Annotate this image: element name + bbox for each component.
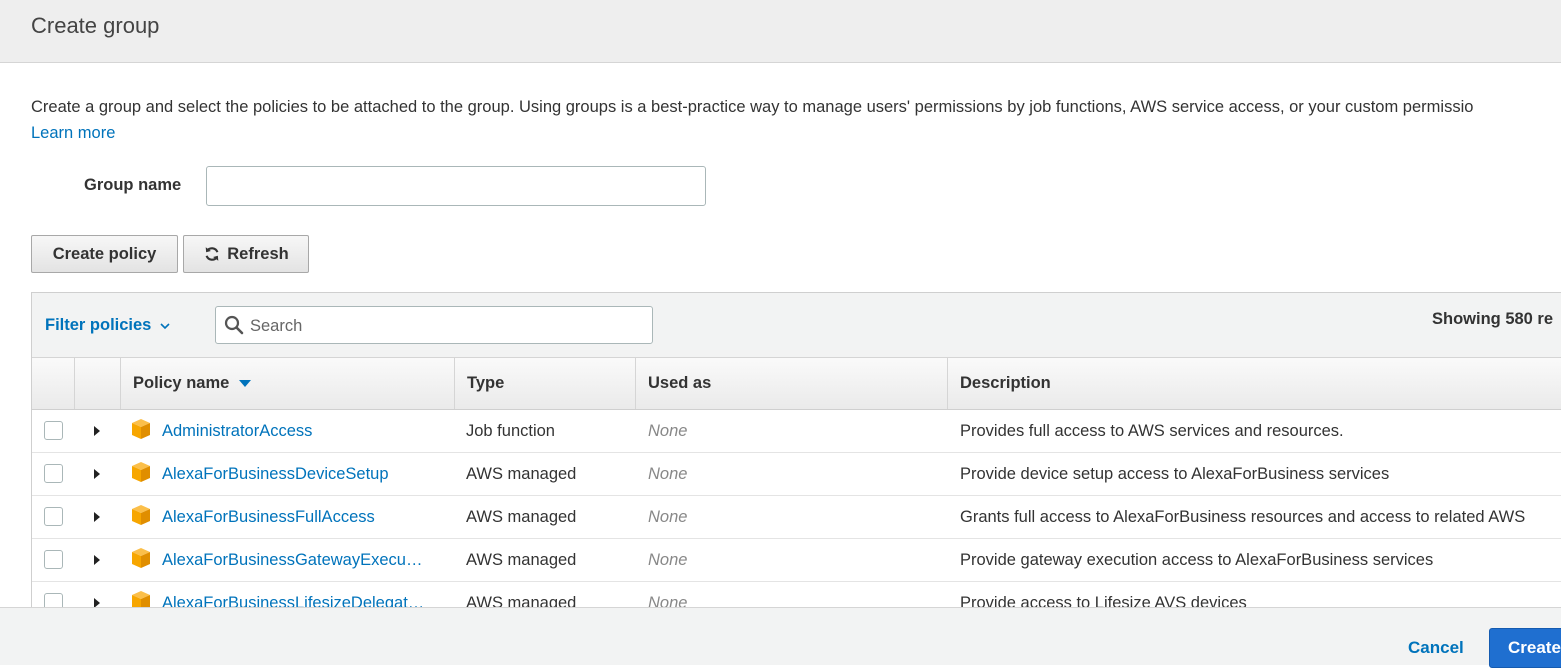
expand-arrow-icon[interactable] (92, 554, 102, 566)
create-policy-label: Create policy (52, 244, 157, 263)
aws-policy-icon (132, 548, 150, 568)
intro-text: Create a group and select the policies t… (31, 98, 1474, 116)
policy-used-as: None (648, 507, 688, 526)
table-row[interactable]: AlexaForBusinessDeviceSetup AWS managed … (32, 453, 1561, 496)
row-checkbox[interactable] (44, 550, 63, 569)
policy-type: AWS managed (466, 464, 577, 483)
cancel-button[interactable]: Cancel (1408, 638, 1464, 658)
expand-arrow-icon[interactable] (92, 468, 102, 480)
create-group-label: Create (1508, 638, 1561, 657)
create-group-button[interactable]: Create (1489, 628, 1561, 668)
column-description-label: Description (960, 374, 1051, 392)
results-count: Showing 580 re (1432, 310, 1554, 328)
policy-used-as: None (648, 464, 688, 483)
sort-descending-icon (239, 379, 252, 387)
page-title: Create group (31, 13, 160, 38)
create-policy-button[interactable]: Create policy (31, 235, 178, 273)
policy-description: Provide gateway execution access to Alex… (960, 550, 1434, 569)
column-description[interactable]: Description (948, 358, 1561, 409)
policy-used-as: None (648, 550, 688, 569)
learn-more-link[interactable]: Learn more (31, 124, 115, 143)
search-icon (224, 315, 244, 335)
refresh-label: Refresh (227, 244, 289, 263)
row-checkbox[interactable] (44, 464, 63, 483)
policy-name-link[interactable]: AlexaForBusinessFullAccess (162, 496, 442, 538)
expand-arrow-icon[interactable] (92, 425, 102, 437)
policy-type: AWS managed (466, 507, 577, 526)
policy-type: Job function (466, 421, 555, 440)
row-checkbox[interactable] (44, 507, 63, 526)
table-toolbar: Filter policies Showing 580 re (32, 293, 1561, 358)
row-checkbox[interactable] (44, 421, 63, 440)
expand-column (75, 358, 121, 409)
policy-name-link[interactable]: AlexaForBusinessGatewayExecu… (162, 539, 442, 581)
group-name-input[interactable] (206, 166, 706, 206)
chevron-down-icon (160, 322, 170, 329)
dialog-footer: Cancel Create (0, 607, 1561, 668)
filter-policies-label: Filter policies (45, 316, 152, 334)
select-all-column (32, 358, 75, 409)
aws-policy-icon (132, 505, 150, 525)
search-box (215, 306, 653, 345)
policy-description: Provides full access to AWS services and… (960, 421, 1344, 440)
column-policy-name-label: Policy name (133, 374, 230, 392)
column-used-as[interactable]: Used as (636, 358, 948, 409)
aws-policy-icon (132, 419, 150, 439)
policy-used-as: None (648, 421, 688, 440)
policy-name-link[interactable]: AlexaForBusinessDeviceSetup (162, 453, 442, 495)
column-type[interactable]: Type (455, 358, 636, 409)
expand-arrow-icon[interactable] (92, 511, 102, 523)
policy-description: Provide device setup access to AlexaForB… (960, 464, 1390, 483)
policies-table: Filter policies Showing 580 re Policy na… (31, 292, 1561, 622)
policy-type: AWS managed (466, 550, 577, 569)
refresh-icon (205, 247, 219, 261)
group-name-label: Group name (84, 176, 182, 194)
search-input[interactable] (248, 307, 652, 345)
table-row[interactable]: AlexaForBusinessGatewayExecu… AWS manage… (32, 539, 1561, 582)
column-used-as-label: Used as (648, 374, 712, 392)
table-row[interactable]: AdministratorAccess Job function None Pr… (32, 410, 1561, 453)
refresh-button[interactable]: Refresh (183, 235, 309, 273)
policy-description: Grants full access to AlexaForBusiness r… (960, 507, 1526, 526)
column-type-label: Type (467, 374, 505, 392)
policy-name-link[interactable]: AdministratorAccess (162, 410, 442, 452)
table-row[interactable]: AlexaForBusinessFullAccess AWS managed N… (32, 496, 1561, 539)
page-header: Create group (0, 0, 1561, 63)
aws-policy-icon (132, 462, 150, 482)
column-policy-name[interactable]: Policy name (121, 358, 455, 409)
filter-policies-dropdown[interactable]: Filter policies (45, 316, 171, 335)
table-header: Policy name Type Used as Description (32, 358, 1561, 410)
